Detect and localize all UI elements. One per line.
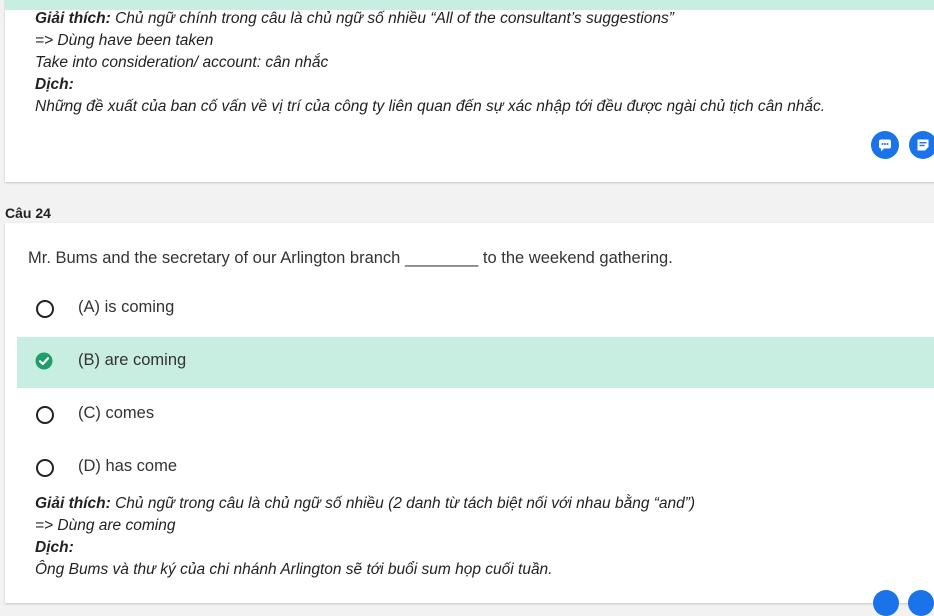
question-number: Câu 24 — [5, 205, 51, 221]
explanation-label: Giải thích: — [35, 10, 111, 27]
translation-label: Dịch: — [35, 76, 74, 93]
option-label: (C) comes — [78, 404, 155, 422]
radio-icon — [36, 459, 54, 477]
translation-text: Những đề xuất của ban cố vấn về vị trí c… — [35, 98, 826, 115]
note-button-bottom[interactable] — [908, 590, 934, 616]
option-label: (A) is coming — [78, 298, 175, 316]
radio-icon — [36, 300, 54, 318]
option-d[interactable]: (D) has come — [17, 443, 934, 494]
option-label: (B) are coming — [78, 351, 187, 369]
explanation-answer-line: => Dùng are coming — [35, 517, 176, 534]
option-label: (D) has come — [78, 457, 178, 475]
option-b[interactable]: (B) are coming — [17, 337, 934, 388]
explanation-line: Giải thích: Chủ ngữ chính trong câu là c… — [35, 8, 674, 30]
note-icon — [917, 139, 929, 151]
translation-label: Dịch: — [35, 539, 74, 556]
option-a[interactable]: (A) is coming — [17, 284, 934, 335]
explanation-vocab-line: Take into consideration/ account: cân nh… — [35, 54, 329, 71]
explanation-line: Giải thích: Chủ ngữ trong câu là chủ ngữ… — [35, 493, 695, 515]
note-button[interactable] — [909, 131, 934, 159]
comment-button[interactable] — [871, 131, 899, 159]
previous-question-card: Giải thích: Chủ ngữ chính trong câu là c… — [5, 0, 934, 182]
translation-text: Ông Bums và thư ký của chi nhánh Arlingt… — [35, 561, 553, 578]
explanation-text: Chủ ngữ chính trong câu là chủ ngữ số nh… — [110, 10, 674, 27]
explanation-text: Chủ ngữ trong câu là chủ ngữ số nhiều (2… — [110, 495, 696, 512]
comment-icon — [879, 139, 891, 152]
explanation-label: Giải thích: — [35, 495, 111, 512]
check-circle-icon — [35, 352, 53, 370]
comment-button-bottom[interactable] — [873, 590, 899, 616]
question-text: Mr. Bums and the secretary of our Arling… — [28, 249, 673, 267]
explanation-answer-line: => Dùng have been taken — [35, 32, 214, 49]
option-c[interactable]: (C) comes — [17, 390, 934, 441]
radio-icon — [36, 406, 54, 424]
question-card: Mr. Bums and the secretary of our Arling… — [5, 223, 934, 603]
